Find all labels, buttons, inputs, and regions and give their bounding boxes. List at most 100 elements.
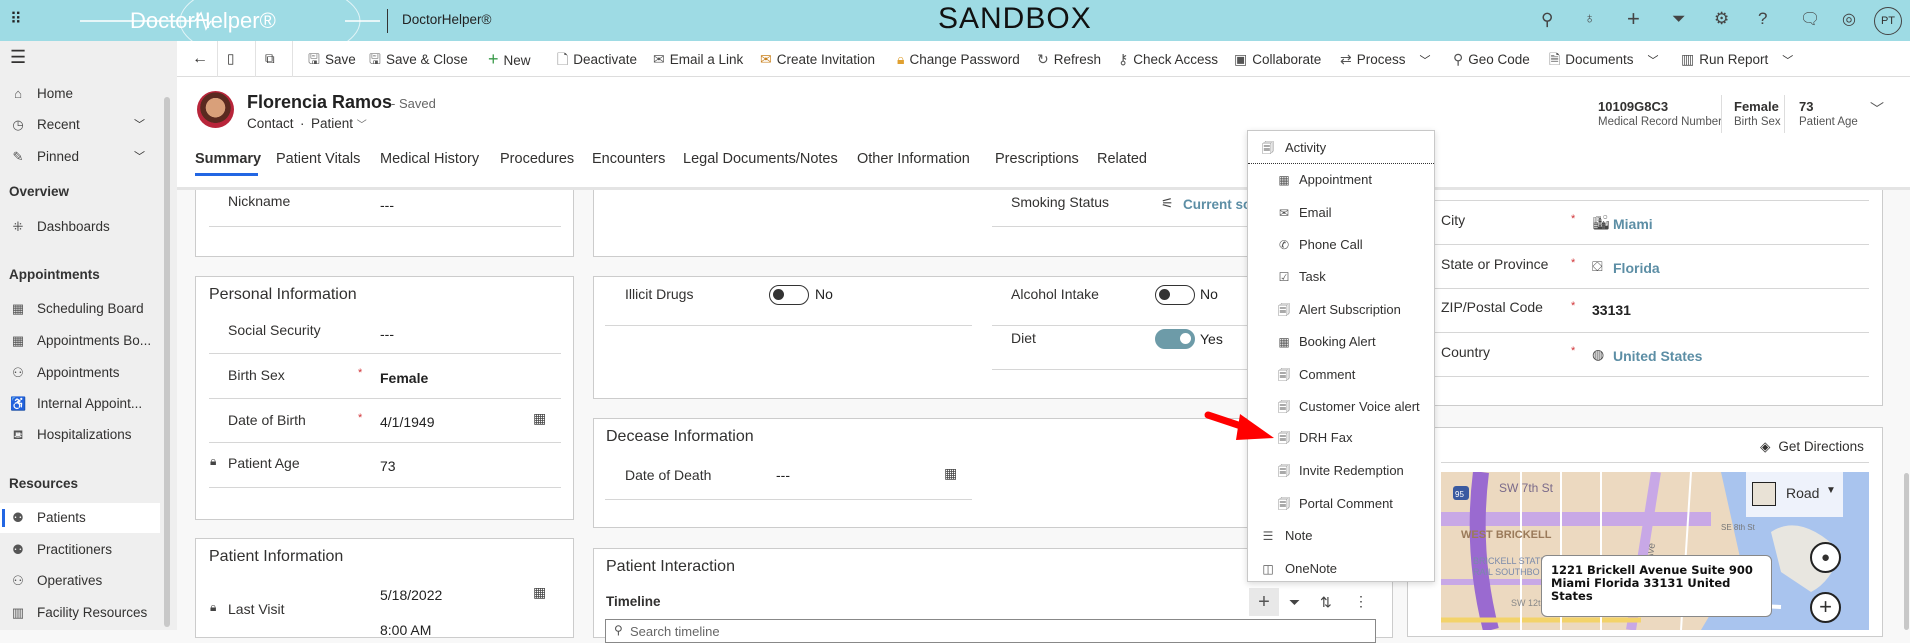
run-report-button[interactable]: ▥ Run Report ﹀ xyxy=(1681,41,1793,77)
sidebar-item-appointments-board[interactable]: ▦ Appointments Bo... xyxy=(0,326,160,356)
nickname-value[interactable]: --- xyxy=(380,197,394,213)
sidebar-item-home[interactable]: ⌂ Home xyxy=(0,79,160,109)
chevron-down-icon[interactable]: ﹀ xyxy=(134,110,145,140)
red-arrow-annotation xyxy=(1204,411,1274,440)
city-value[interactable]: Miami xyxy=(1613,216,1653,232)
date-of-birth-value[interactable]: 4/1/1949 xyxy=(380,414,435,430)
timeline-add-button[interactable]: + xyxy=(1249,588,1279,616)
sidebar-item-pinned[interactable]: ✎ Pinned ﹀ xyxy=(0,142,160,172)
calendar-icon[interactable]: ▦ xyxy=(944,465,957,482)
new-button[interactable]: + New xyxy=(488,41,531,77)
social-security-value[interactable]: --- xyxy=(380,326,394,342)
required-indicator: * xyxy=(1571,213,1576,225)
documents-button[interactable]: 🗎 Documents ﹀ xyxy=(1549,41,1659,77)
sidebar-item-practitioners[interactable]: ⚉ Practitioners xyxy=(0,535,160,565)
key-icon: ⚷ xyxy=(1118,51,1129,67)
menu-item-note[interactable]: ☰ Note xyxy=(1248,520,1434,552)
check-access-button[interactable]: ⚷ Check Access xyxy=(1118,41,1218,77)
tab-summary[interactable]: Summary xyxy=(195,151,261,167)
alcohol-intake-toggle[interactable] xyxy=(1155,285,1195,305)
user-avatar[interactable]: PT xyxy=(1874,7,1902,35)
state-value[interactable]: Florida xyxy=(1613,260,1660,276)
tab-patient-vitals[interactable]: Patient Vitals xyxy=(276,151,360,167)
tab-legal-documents[interactable]: Legal Documents/Notes xyxy=(683,151,838,167)
sidebar-item-facility-resources[interactable]: ▥ Facility Resources xyxy=(0,598,160,628)
sidebar-item-dashboards[interactable]: ⁜ Dashboards xyxy=(0,212,160,242)
filter-icon[interactable]: ⏷ xyxy=(1672,9,1686,29)
collaborate-button[interactable]: ▣ Collaborate xyxy=(1234,41,1321,77)
menu-item-booking-alert[interactable]: ▦ Booking Alert xyxy=(1248,326,1434,358)
location-pin-icon: ⚲ xyxy=(1453,51,1464,67)
sidebar-item-hospitalizations[interactable]: ⛾ Hospitalizations xyxy=(0,420,160,450)
timeline-search-input[interactable]: ⚲ Search timeline xyxy=(605,619,1376,643)
sidebar-item-operatives[interactable]: ⚇ Operatives xyxy=(0,566,160,596)
country-value[interactable]: United States xyxy=(1613,348,1702,364)
zoom-in-button[interactable]: + xyxy=(1810,592,1841,623)
smoking-status-value[interactable]: Current sor xyxy=(1183,197,1257,212)
menu-item-appointment[interactable]: ▦ Appointment xyxy=(1248,164,1434,196)
process-button[interactable]: ⇄ Process ﹀ xyxy=(1340,41,1431,77)
refresh-button[interactable]: ↻ Refresh xyxy=(1037,41,1101,77)
sidebar-item-internal-appointments[interactable]: ♿ Internal Appoint... xyxy=(0,389,160,419)
get-directions-button[interactable]: ◈ Get Directions xyxy=(1760,439,1864,455)
last-visit-date[interactable]: 5/18/2022 xyxy=(380,587,442,603)
chevron-down-icon[interactable]: ﹀ xyxy=(134,142,145,172)
calendar-icon[interactable]: ▦ xyxy=(533,584,546,601)
menu-item-comment[interactable]: 🗐 Comment xyxy=(1248,359,1434,391)
chat-icon[interactable]: 🗨 xyxy=(1800,9,1820,29)
lightbulb-icon[interactable]: ♁ xyxy=(1584,10,1595,27)
deactivate-button[interactable]: 🗋 Deactivate xyxy=(557,41,637,77)
form-selector[interactable]: Patient ﹀ xyxy=(311,116,367,131)
change-password-button[interactable]: 🔒︎ Change Password xyxy=(897,41,1020,77)
help-icon[interactable]: ? xyxy=(1758,9,1767,29)
menu-item-portal-comment[interactable]: 🗐 Portal Comment xyxy=(1248,488,1434,520)
menu-item-invite-redemption[interactable]: 🗐 Invite Redemption xyxy=(1248,455,1434,487)
app-name[interactable]: DoctorHelper® xyxy=(402,12,491,27)
map-style-selector[interactable]: Road ▼ xyxy=(1746,472,1843,517)
form-view-icon[interactable]: ▯ xyxy=(227,41,234,77)
last-visit-time[interactable]: 8:00 AM xyxy=(380,622,431,638)
create-invitation-button[interactable]: ✉ Create Invitation xyxy=(760,41,875,77)
sort-icon[interactable]: ⇅ xyxy=(1320,594,1332,611)
sidebar-item-recent[interactable]: ◷ Recent ﹀ xyxy=(0,110,160,140)
expand-header-chevron-icon[interactable]: ﹀ xyxy=(1870,99,1884,119)
menu-item-email[interactable]: ✉ Email xyxy=(1248,197,1434,229)
date-of-death-value[interactable]: --- xyxy=(776,467,790,483)
page-scrollbar[interactable] xyxy=(1904,473,1909,630)
tab-encounters[interactable]: Encounters xyxy=(592,151,665,167)
calendar-icon[interactable]: ▦ xyxy=(533,410,546,427)
save-button[interactable]: 🖫 Save xyxy=(308,41,356,77)
gear-icon[interactable]: ⚙ xyxy=(1714,9,1729,29)
open-new-window-icon[interactable]: ⧉ xyxy=(265,41,275,77)
menu-item-onenote[interactable]: ◫ OneNote xyxy=(1248,553,1434,585)
menu-item-task[interactable]: ☑ Task xyxy=(1248,261,1434,293)
tab-procedures[interactable]: Procedures xyxy=(500,151,574,167)
back-button[interactable]: ← xyxy=(192,41,208,77)
zip-value[interactable]: 33131 xyxy=(1592,302,1631,318)
more-options-icon[interactable]: ⋮ xyxy=(1354,593,1368,610)
tab-prescriptions[interactable]: Prescriptions xyxy=(995,151,1079,167)
geo-code-button[interactable]: ⚲ Geo Code xyxy=(1453,41,1530,77)
save-close-button[interactable]: 🖫 Save & Close xyxy=(369,41,468,77)
tab-related[interactable]: Related xyxy=(1097,151,1147,167)
sidebar-scrollbar[interactable] xyxy=(164,97,170,627)
assistant-icon[interactable]: ◎ xyxy=(1842,9,1856,29)
sidebar-item-appointments[interactable]: ⚇ Appointments xyxy=(0,358,160,388)
sidebar-item-scheduling-board[interactable]: ▦ Scheduling Board xyxy=(0,294,160,324)
diet-toggle[interactable] xyxy=(1155,329,1195,349)
illicit-drugs-toggle[interactable] xyxy=(769,285,809,305)
search-icon[interactable]: ⚲ xyxy=(1541,10,1553,30)
birth-sex-value[interactable]: Female xyxy=(380,370,428,386)
locate-me-button[interactable]: ● xyxy=(1810,542,1841,573)
tab-other-information[interactable]: Other Information xyxy=(857,151,970,167)
app-launcher-icon[interactable]: ⠿ xyxy=(10,9,22,29)
hamburger-menu-icon[interactable]: ☰ xyxy=(10,47,26,68)
menu-item-phone-call[interactable]: ✆ Phone Call xyxy=(1248,229,1434,261)
filter-icon[interactable]: ⏷ xyxy=(1289,594,1300,611)
tab-medical-history[interactable]: Medical History xyxy=(380,151,479,167)
email-link-button[interactable]: ✉ Email a Link xyxy=(653,41,743,77)
menu-item-alert-subscription[interactable]: 🗐 Alert Subscription xyxy=(1248,294,1434,326)
sidebar-item-patients[interactable]: ⚉ Patients xyxy=(0,503,160,533)
plus-icon[interactable]: + xyxy=(1627,6,1640,32)
menu-item-activity[interactable]: 🗐 Activity xyxy=(1248,132,1434,164)
